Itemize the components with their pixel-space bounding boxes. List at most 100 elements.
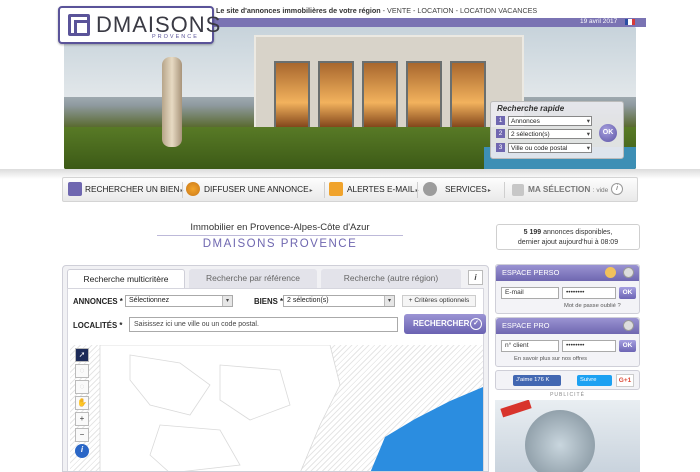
password-field[interactable]: •••••••• [562,287,616,299]
map-region-highlight[interactable] [370,387,483,472]
zoom-in-icon[interactable]: + [75,412,89,426]
map-toolbar: ➚ ◌ ◌ ✋ + − i [75,348,89,458]
stats-count-label: annonces disponibles, [543,229,613,236]
main-nav: RECHERCHER UN BIEN▸ DIFFUSER UNE ANNONCE… [62,177,638,202]
nav-alertes[interactable]: ALERTES E-MAIL▸ [347,178,419,201]
quick-search-city[interactable]: Ville ou code postal [508,143,592,153]
quick-search-biens[interactable]: 2 sélection(s) [508,129,592,139]
check-icon: ✓ [470,318,482,330]
biens-label: BIENS * [254,297,284,306]
quick-search-annonces[interactable]: Annonces [508,116,592,126]
espace-perso-box: ESPACE PERSO E-mail •••••••• OK Mot de p… [495,264,640,314]
flag-fr-icon[interactable] [625,19,635,25]
hero-window [406,61,442,131]
hero-house [254,35,524,133]
nav-divider [182,182,183,198]
quick-search-num-3: 3 [496,143,505,152]
pro-password-field[interactable]: •••••••• [562,340,616,352]
ad-badge [500,400,532,418]
google-plus-button[interactable]: G+1 [616,374,634,387]
stats-count: 5 199 [523,229,542,236]
nav-rechercher-label: RECHERCHER UN BIEN [85,184,180,194]
forgot-password-link[interactable]: Mot de passe oublié ? [564,303,621,309]
tab-reference[interactable]: Recherche par référence [189,269,317,288]
date-text: 19 avril 2017 [580,18,618,25]
nav-divider [324,182,325,198]
quick-search: Recherche rapide 1 Annonces 2 2 sélectio… [490,101,624,159]
listing-stats: 5 199 annonces disponibles, dernier ajou… [496,224,640,250]
espace-pro-title: ESPACE PRO [496,318,639,334]
hero-tree [162,57,182,147]
quick-search-ok-button[interactable]: OK [599,124,617,142]
twitter-follow-button[interactable]: Suivre [577,375,612,386]
zoom-area-out-icon[interactable]: ◌ [75,380,89,394]
localites-label: LOCALITÉS * [73,321,123,330]
biens-select[interactable]: 2 sélection(s) ▾ [283,295,395,307]
zoom-area-icon[interactable]: ◌ [75,364,89,378]
pointer-icon[interactable]: ➚ [75,348,89,362]
nav-selection-label: MA SÉLECTION [528,184,591,194]
logo-house-icon [68,14,90,36]
biens-value: 2 sélection(s) [287,297,329,304]
offers-link[interactable]: En savoir plus sur nos offres [514,356,587,362]
ad-product-image [525,410,595,472]
annonces-value: Sélectionnez [129,297,170,304]
map-shapes [99,345,483,472]
espace-pro-box: ESPACE PRO n° client •••••••• OK En savo… [495,317,640,367]
nav-services-label: SERVICES [445,184,487,194]
search-house-icon [68,182,82,196]
hero-image: Recherche rapide 1 Annonces 2 2 sélectio… [64,27,636,169]
tab-autre-region[interactable]: Recherche (autre région) [321,269,461,288]
hand-icon[interactable]: ✋ [75,396,89,410]
zoom-out-icon[interactable]: − [75,428,89,442]
pro-ok-button[interactable]: OK [619,340,636,352]
pencil-icon [605,267,616,278]
quick-search-num-1: 1 [496,116,505,125]
client-number-field[interactable]: n° client [501,340,559,352]
localites-input[interactable]: Saisissez ici une ville ou un code posta… [129,317,398,332]
annonces-select[interactable]: Sélectionnez ▾ [125,295,233,307]
nav-rechercher[interactable]: RECHERCHER UN BIEN▸ [85,178,184,201]
nav-services[interactable]: SERVICES▸ [445,178,491,201]
quick-search-num-2: 2 [496,129,505,138]
user-icon [623,267,634,278]
nav-divider [417,182,418,198]
facebook-like-button[interactable]: J'aime 176 K [513,375,561,386]
info-icon[interactable]: i [611,183,623,195]
hero-window [274,61,310,131]
facebook-like-label: J'aime 176 K [516,377,550,383]
nav-selection-state: : vide [592,187,609,194]
nav-selection[interactable]: MA SÉLECTION : vide [528,178,608,201]
page-title: Immobilier en Provence-Alpes-Côte d'Azur [190,222,370,233]
email-field[interactable]: E-mail [501,287,559,299]
ad-banner[interactable] [495,400,640,472]
nav-diffuser[interactable]: DIFFUSER UNE ANNONCE▸ [204,178,313,201]
chevron-down-icon: ▾ [384,296,394,306]
page: Le site d'annonces immobilières de votre… [0,0,700,472]
stats-line2: dernier ajout aujourd'hui à 08:09 [517,239,619,246]
region-map[interactable]: ➚ ◌ ◌ ✋ + − i [70,345,483,472]
title-divider [157,235,403,236]
site-logo[interactable]: DMAISONS PROVENCE [58,6,220,44]
services-icon [423,182,437,196]
search-info-icon[interactable]: i [468,270,483,285]
ad-label: PUBLICITÉ [550,392,585,398]
criteres-optionnels-button[interactable]: + Critères optionnels [402,295,476,307]
rechercher-label: RECHERCHER [413,319,470,328]
tab-multicritere[interactable]: Recherche multicritère [67,269,185,288]
megaphone-icon [186,182,200,196]
hero-window [318,61,354,131]
annonces-label: ANNONCES * [73,297,123,306]
nav-divider [504,182,505,198]
chevron-down-icon: ▾ [222,296,232,306]
quick-search-title: Recherche rapide [497,104,565,113]
pro-user-icon [623,320,634,331]
map-info-icon[interactable]: i [75,444,89,458]
search-panel: Recherche multicritère Recherche par réf… [62,265,489,472]
social-bar: J'aime 176 K Suivre G+1 [495,370,640,390]
rechercher-button[interactable]: RECHERCHER ✓ [404,314,486,334]
nav-diffuser-label: DIFFUSER UNE ANNONCE [204,184,309,194]
tagline-links[interactable]: - VENTE - LOCATION - LOCATION VACANCES [383,6,538,15]
map-land [99,345,341,471]
perso-ok-button[interactable]: OK [619,287,636,299]
